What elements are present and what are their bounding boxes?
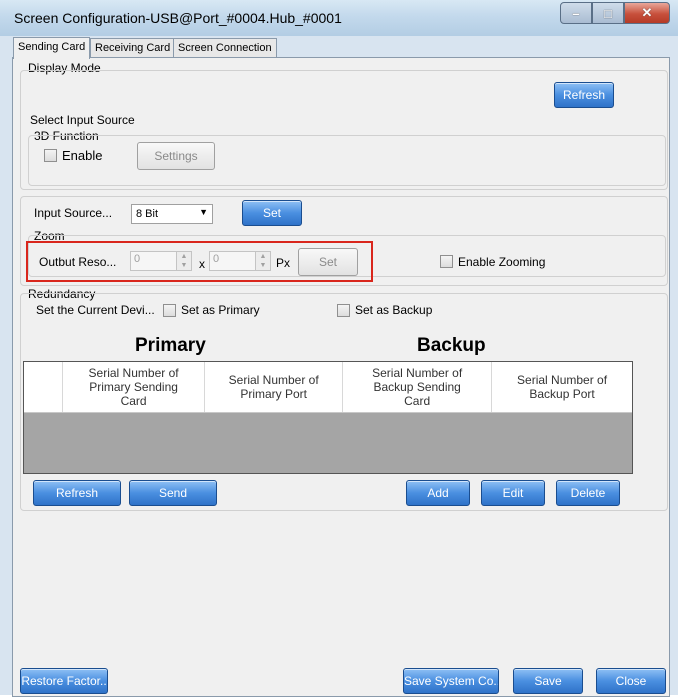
window-title: Screen Configuration-USB@Port_#0004.Hub_… <box>14 10 342 26</box>
col-backup-sending-card[interactable]: Serial Number of Backup Sending Card <box>342 362 493 413</box>
window-controls: – □ ✕ <box>560 2 670 24</box>
delete-button[interactable]: Delete <box>556 480 620 506</box>
save-system-config-button[interactable]: Save System Co... <box>403 668 499 694</box>
spinner-arrows-icon[interactable]: ▲ ▼ <box>255 252 270 270</box>
table-header-corner <box>24 362 64 413</box>
output-width-value: 0 <box>134 253 141 265</box>
save-button[interactable]: Save <box>513 668 583 694</box>
minimize-icon: – <box>572 5 580 21</box>
spinner-arrows-icon[interactable]: ▲ ▼ <box>176 252 191 270</box>
3d-enable-checkbox[interactable] <box>44 149 57 162</box>
input-source-value: 8 Bit <box>136 208 159 220</box>
set-as-primary-checkbox[interactable] <box>163 304 176 317</box>
input-source-select[interactable]: 8 Bit ▼ <box>131 204 213 224</box>
px-unit-label: Px <box>276 256 291 270</box>
output-height-spinner[interactable]: 0 ▲ ▼ <box>209 251 271 271</box>
output-width-spinner[interactable]: 0 ▲ ▼ <box>130 251 192 271</box>
zoom-set-button[interactable]: Set <box>298 248 358 276</box>
output-resolution-label: Outbut Reso... <box>39 255 117 269</box>
redundancy-table-grid: Serial Number of Primary Sending Card Se… <box>24 362 632 413</box>
table-header-row: Serial Number of Primary Sending Card Se… <box>24 362 632 413</box>
col-backup-sending-card-text: Serial Number of Backup Sending Card <box>372 365 463 408</box>
primary-heading: Primary <box>135 335 206 356</box>
set-as-primary-label: Set as Primary <box>181 303 260 317</box>
current-device-label: Set the Current Devi... <box>36 303 155 317</box>
maximize-button[interactable]: □ <box>592 2 624 24</box>
backup-heading: Backup <box>417 335 486 356</box>
enable-zooming-checkbox[interactable] <box>440 255 453 268</box>
tab-receiving-card[interactable]: Receiving Card <box>90 38 176 58</box>
enable-zooming-label: Enable Zooming <box>458 255 546 269</box>
restore-factory-button[interactable]: Restore Factor.. <box>20 668 108 694</box>
close-button[interactable]: Close <box>596 668 666 694</box>
3d-function-group <box>28 135 666 186</box>
display-mode-refresh-button[interactable]: Refresh <box>554 82 614 108</box>
col-primary-sending-card[interactable]: Serial Number of Primary Sending Card <box>62 362 206 413</box>
close-window-button[interactable]: ✕ <box>624 2 670 24</box>
3d-enable-label: Enable <box>62 148 103 163</box>
add-button[interactable]: Add <box>406 480 470 506</box>
col-primary-sending-card-text: Serial Number of Primary Sending Card <box>88 365 179 408</box>
select-input-source-label: Select Input Source <box>30 113 135 127</box>
edit-button[interactable]: Edit <box>481 480 545 506</box>
col-backup-port-text: Serial Number of Backup Port <box>517 372 608 401</box>
col-primary-port-text: Serial Number of Primary Port <box>228 372 319 401</box>
input-source-set-button[interactable]: Set <box>242 200 302 226</box>
chevron-down-icon: ▼ <box>199 207 208 217</box>
col-backup-port[interactable]: Serial Number of Backup Port <box>491 362 632 413</box>
output-height-value: 0 <box>213 253 220 265</box>
redundancy-refresh-button[interactable]: Refresh <box>33 480 121 506</box>
tab-screen-connection[interactable]: Screen Connection <box>173 38 277 58</box>
send-button[interactable]: Send <box>129 480 217 506</box>
col-primary-port[interactable]: Serial Number of Primary Port <box>204 362 344 413</box>
minimize-button[interactable]: – <box>560 2 592 24</box>
set-as-backup-label: Set as Backup <box>355 303 433 317</box>
input-source-label: Input Source... <box>34 206 113 220</box>
tab-sending-card[interactable]: Sending Card <box>13 37 91 59</box>
times-separator: x <box>199 257 205 271</box>
3d-settings-button[interactable]: Settings <box>137 142 215 170</box>
set-as-backup-checkbox[interactable] <box>337 304 350 317</box>
close-icon: ✕ <box>641 5 653 20</box>
redundancy-table[interactable]: Serial Number of Primary Sending Card Se… <box>23 361 633 474</box>
maximize-icon: □ <box>604 5 612 21</box>
